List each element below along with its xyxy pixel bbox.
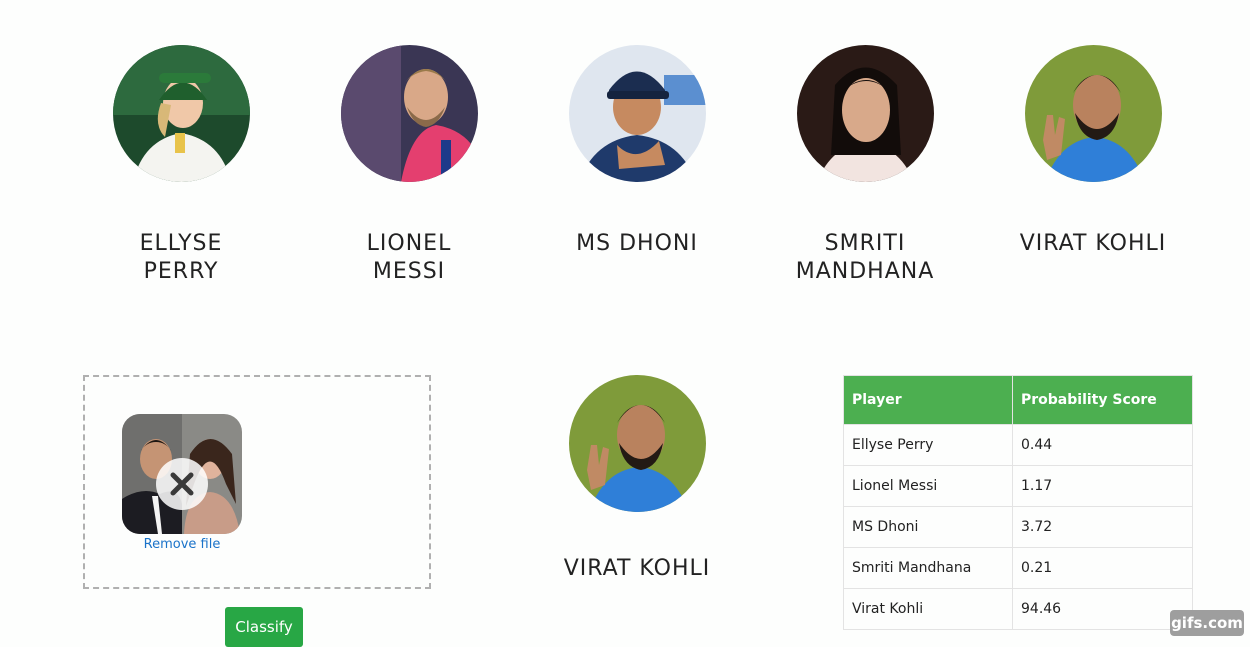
remove-file-icon[interactable]	[156, 458, 208, 510]
player-name: VIRAT KOHLI	[1019, 231, 1167, 256]
player-card-smriti-mandhana: SMRITI MANDHANA	[765, 45, 965, 286]
player-cell: Virat Kohli	[843, 588, 1013, 630]
player-cell: MS Dhoni	[843, 506, 1013, 548]
player-photo	[796, 45, 934, 182]
table-row: MS Dhoni 3.72	[843, 506, 1193, 548]
score-cell: 1.17	[1012, 465, 1193, 507]
score-cell: 0.21	[1012, 547, 1193, 589]
player-photo	[568, 45, 706, 182]
player-photo	[340, 45, 478, 182]
table-row: Lionel Messi 1.17	[843, 465, 1193, 507]
score-cell: 0.44	[1012, 424, 1193, 466]
table-header-row: Player Probability Score	[843, 375, 1193, 425]
score-cell: 3.72	[1012, 506, 1193, 548]
table-row: Virat Kohli 94.46	[843, 588, 1193, 630]
result-player-photo	[569, 375, 706, 512]
player-card-virat-kohli: VIRAT KOHLI	[993, 45, 1193, 258]
result-player-name: VIRAT KOHLI	[563, 556, 711, 581]
player-name: LIONEL MESSI	[366, 231, 452, 284]
upload-dropzone[interactable]: Remove file	[83, 375, 431, 589]
column-header-player: Player	[843, 375, 1013, 425]
score-cell: 94.46	[1012, 588, 1193, 630]
player-card-ms-dhoni: MS DHONI	[537, 45, 737, 258]
probability-table: Player Probability Score Ellyse Perry 0.…	[843, 375, 1193, 630]
table-row: Ellyse Perry 0.44	[843, 424, 1193, 466]
player-cell: Lionel Messi	[843, 465, 1013, 507]
remove-file-link[interactable]: Remove file	[122, 537, 242, 552]
column-header-probability: Probability Score	[1012, 375, 1193, 425]
player-cell: Smriti Mandhana	[843, 547, 1013, 589]
table-row: Smriti Mandhana 0.21	[843, 547, 1193, 589]
watermark-badge: gifs.com	[1170, 610, 1244, 636]
player-name: MS DHONI	[576, 231, 698, 256]
player-name: SMRITI MANDHANA	[795, 231, 935, 284]
player-photo	[1024, 45, 1162, 182]
classify-button[interactable]: Classify	[225, 607, 303, 647]
player-card-ellyse-perry: ELLYSE PERRY	[81, 45, 281, 286]
player-name: ELLYSE PERRY	[139, 231, 223, 284]
player-photo	[112, 45, 250, 182]
uploaded-image-preview	[122, 414, 242, 534]
player-cell: Ellyse Perry	[843, 424, 1013, 466]
player-card-lionel-messi: LIONEL MESSI	[309, 45, 509, 286]
